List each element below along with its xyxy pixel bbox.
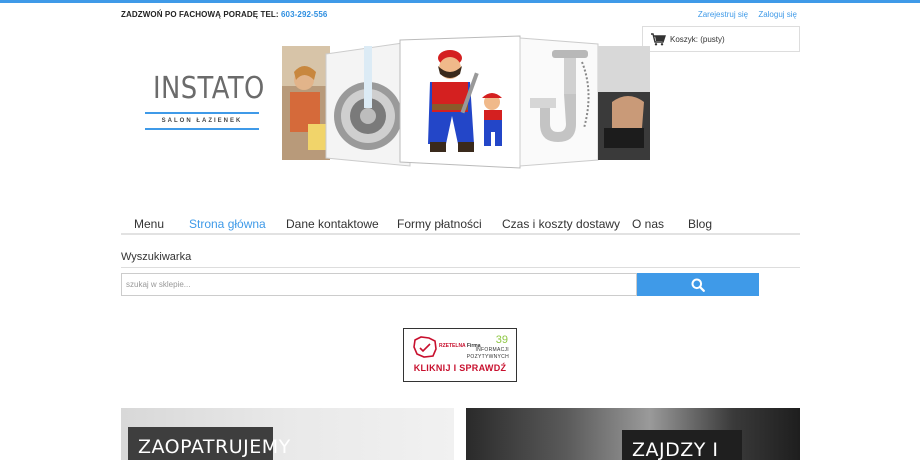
sink-pipe-photo [519, 37, 599, 167]
logo-name: INSTATO [152, 71, 265, 106]
logo-rule-top [145, 112, 259, 114]
main-nav: Menu Strona główna Dane kontaktowe Formy… [121, 214, 800, 235]
promo-tile-services[interactable]: ZAJDZY I NA [466, 408, 800, 460]
cart-widget[interactable]: Koszyk: (pusty) [642, 26, 800, 52]
badge-brand: RZETELNA Firma [439, 343, 481, 349]
phone-line: ZADZWOŃ PO FACHOWĄ PORADĘ TEL: 603-292-5… [121, 10, 327, 19]
search-icon [691, 278, 705, 292]
account-links: Zarejestruj się Zaloguj się [690, 10, 797, 19]
nav-item-home[interactable]: Strona główna [189, 217, 266, 231]
hero-banner-image [282, 35, 650, 169]
nav-item-menu[interactable]: Menu [134, 217, 164, 231]
logo-rule-bottom [145, 128, 259, 130]
promo-label: ZAJDZY I NA [622, 430, 742, 460]
nav-item-about[interactable]: O nas [632, 217, 664, 231]
plumber-cartoon [399, 35, 521, 169]
phone-prefix: ZADZWOŃ PO FACHOWĄ PORADĘ TEL: [121, 10, 279, 19]
repair-photo [598, 46, 650, 160]
register-link[interactable]: Zarejestruj się [698, 10, 748, 19]
nav-item-blog[interactable]: Blog [688, 217, 712, 231]
nav-item-contact[interactable]: Dane kontaktowe [286, 217, 379, 231]
drain-photo [325, 41, 411, 167]
cart-label: Koszyk: (pusty) [670, 34, 725, 44]
nav-item-shipping[interactable]: Czas i koszty dostawy [502, 217, 620, 231]
search-button[interactable] [637, 273, 759, 296]
promo-label: ZAOPATRUJEMY [128, 427, 290, 460]
reliable-company-badge[interactable]: RZETELNA Firma 39 INFORMACJI POZYTYWNYCH… [403, 328, 517, 382]
phone-number[interactable]: 603-292-556 [281, 10, 327, 19]
login-link[interactable]: Zaloguj się [758, 10, 797, 19]
badge-count: 39 [495, 334, 508, 346]
badge-info-line1: INFORMACJI [475, 347, 509, 353]
logo-subtitle: SALON ŁAZIENEK [161, 118, 243, 124]
search-divider [121, 267, 800, 268]
search-heading: Wyszukiwarka [121, 251, 192, 263]
search-input[interactable] [121, 273, 637, 296]
top-accent-bar [0, 0, 920, 3]
basket-icon [651, 33, 666, 46]
badge-cta: KLIKNIJ I SPRAWDŹ [413, 363, 507, 373]
poland-map-icon [413, 336, 437, 358]
kitchen-photo [282, 46, 330, 160]
promo-tile-supplies[interactable]: ZAOPATRUJEMY [121, 408, 454, 460]
badge-info-line2: POZYTYWNYCH [466, 354, 509, 360]
shop-logo[interactable]: INSTATO SALON ŁAZIENEK [145, 71, 265, 130]
badge-brand-red: RZETELNA [439, 343, 466, 349]
nav-item-payment[interactable]: Formy płatności [397, 217, 482, 231]
